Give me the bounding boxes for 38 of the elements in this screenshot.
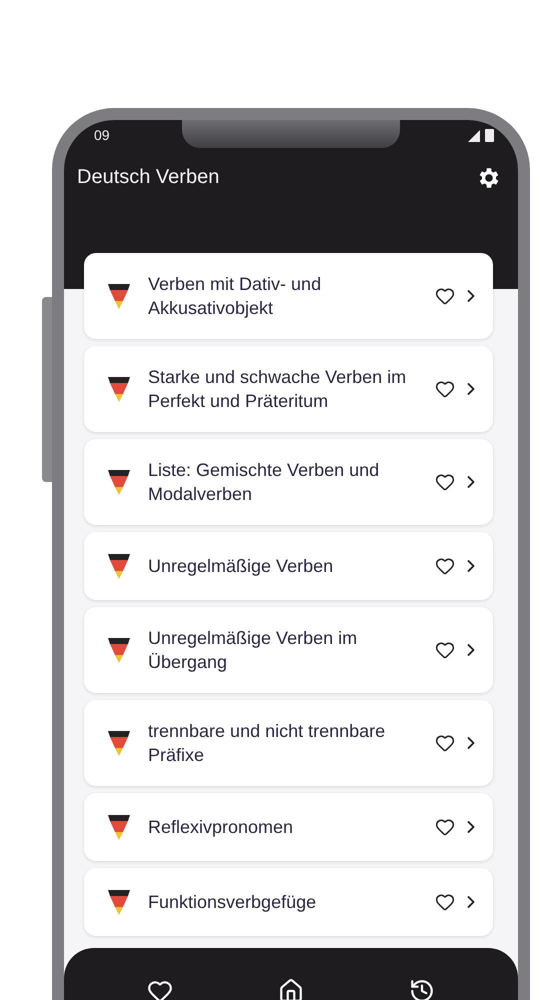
topic-title: trennbare und nicht trennbare Präfixe bbox=[148, 720, 386, 768]
topic-title: Liste: Gemischte Verben und Modalverben bbox=[148, 459, 380, 506]
heart-icon[interactable] bbox=[435, 733, 455, 754]
topic-card[interactable]: Unregelmäßige Verben bbox=[84, 532, 493, 600]
topic-card[interactable]: Unregelmäßige Verben im Übergang bbox=[84, 607, 493, 694]
topic-title: Unregelmäßige Verben im Übergang bbox=[148, 627, 358, 674]
topic-card[interactable]: Funktionsverbgefüge bbox=[84, 868, 493, 936]
topic-card[interactable]: Liste: Gemischte Verben und Modalverben bbox=[84, 439, 493, 526]
app-title: Deutsch Verben bbox=[77, 166, 220, 190]
flag-icon bbox=[108, 552, 130, 580]
flag-icon bbox=[108, 282, 130, 310]
topic-title: Reflexivpronomen bbox=[148, 816, 294, 840]
heart-icon[interactable] bbox=[435, 286, 455, 306]
flag-icon bbox=[108, 375, 130, 404]
topic-card[interactable]: Verben mit Dativ- und Akkusativobjekt bbox=[84, 253, 493, 340]
topic-card[interactable]: Reflexivpronomen bbox=[84, 793, 493, 862]
topic-title: Funktionsverbgefüge bbox=[148, 891, 318, 914]
flag-icon bbox=[108, 468, 130, 496]
topic-card[interactable]: Starke und schwache Verben im Perfekt und Präteritum bbox=[84, 346, 493, 432]
heart-icon[interactable] bbox=[435, 472, 455, 492]
flag-icon bbox=[108, 888, 130, 916]
heart-icon[interactable] bbox=[435, 556, 455, 576]
flag-icon bbox=[108, 813, 130, 842]
heart-icon[interactable] bbox=[435, 817, 455, 838]
history-icon[interactable] bbox=[409, 978, 436, 1000]
status-time: 09 bbox=[94, 126, 110, 143]
home-icon[interactable] bbox=[278, 978, 304, 1000]
topic-title: Unregelmäßige Verben bbox=[148, 555, 334, 578]
topic-title: Verben mit Dativ- und Akkusativobjekt bbox=[148, 273, 322, 320]
flag-icon bbox=[108, 729, 130, 758]
heart-icon[interactable] bbox=[146, 978, 173, 1000]
flag-icon bbox=[108, 636, 130, 664]
topic-card[interactable]: trennbare und nicht trennbare Präfixe bbox=[84, 700, 493, 786]
heart-icon[interactable] bbox=[435, 640, 455, 660]
heart-icon[interactable] bbox=[435, 892, 455, 912]
signal-battery-icon bbox=[468, 128, 496, 142]
heart-icon[interactable] bbox=[435, 379, 455, 400]
topic-title: Starke und schwache Verben im Perfekt und Präteritum bbox=[148, 366, 408, 414]
